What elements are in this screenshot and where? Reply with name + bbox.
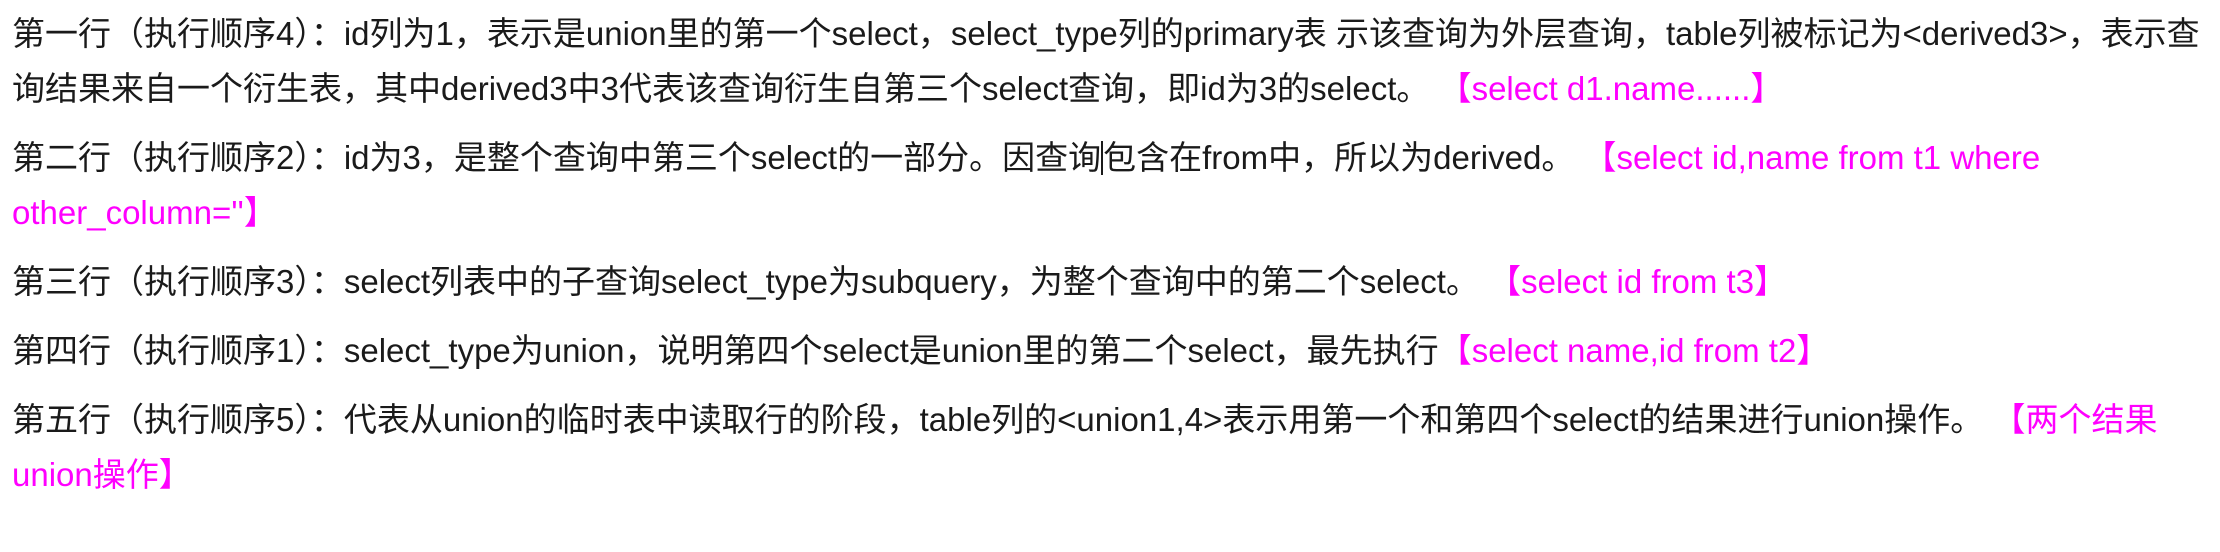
document-body: 第一行（执行顺序4）：id列为1，表示是union里的第一个select，sel… <box>12 6 2212 502</box>
row-2-description-part-2: 包含在from中，所以为derived。 <box>1103 139 1575 176</box>
row-3-sql-highlight: 【select id from t3】 <box>1488 263 1788 300</box>
paragraph-row-1: 第一行（执行顺序4）：id列为1，表示是union里的第一个select，sel… <box>12 6 2212 116</box>
paragraph-row-3: 第三行（执行顺序3）：select列表中的子查询select_type为subq… <box>12 254 2212 309</box>
paragraph-row-2: 第二行（执行顺序2）：id为3，是整个查询中第三个select的一部分。因查询包… <box>12 130 2212 240</box>
row-4-description: 第四行（执行顺序1）：select_type为union，说明第四个select… <box>12 332 1439 369</box>
row-3-description: 第三行（执行顺序3）：select列表中的子查询select_type为subq… <box>12 263 1479 300</box>
paragraph-row-5: 第五行（执行顺序5）：代表从union的临时表中读取行的阶段，table列的<u… <box>12 392 2212 502</box>
row-1-sql-highlight: 【select d1.name......】 <box>1438 70 1784 107</box>
row-4-sql-highlight: 【select name,id from t2】 <box>1438 332 1830 369</box>
row-1-description: 第一行（执行顺序4）：id列为1，表示是union里的第一个select，sel… <box>12 15 2200 107</box>
paragraph-row-4: 第四行（执行顺序1）：select_type为union，说明第四个select… <box>12 323 2212 378</box>
row-5-description: 第五行（执行顺序5）：代表从union的临时表中读取行的阶段，table列的<u… <box>12 401 1984 438</box>
row-2-description-part-1: 第二行（执行顺序2）：id为3，是整个查询中第三个select的一部分。因查询 <box>12 139 1102 176</box>
